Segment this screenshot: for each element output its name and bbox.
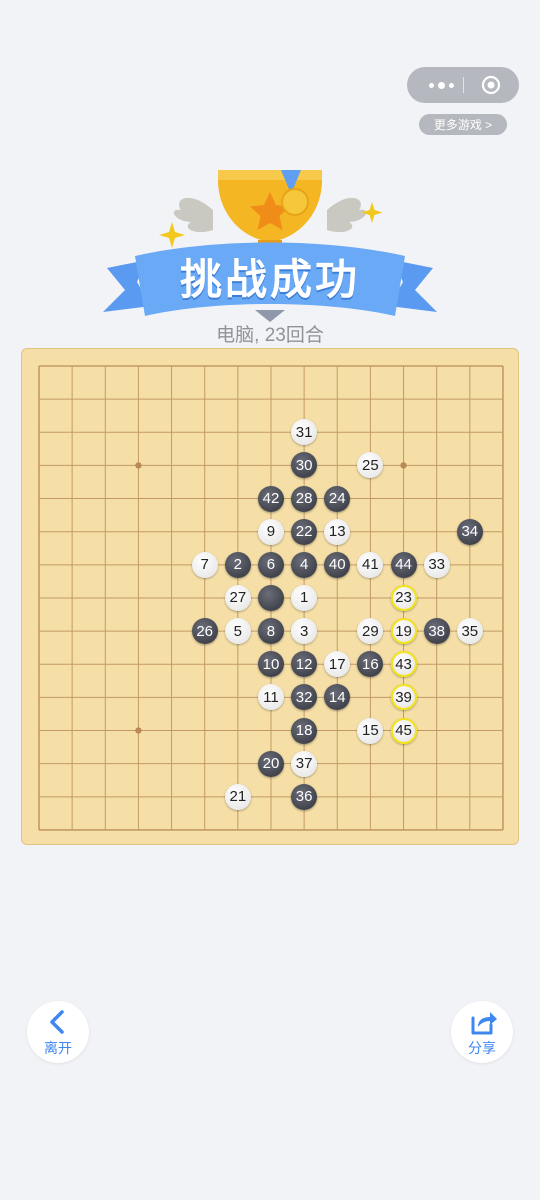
black-stone [257,584,284,611]
share-label: 分享 [468,1040,496,1056]
more-games-button[interactable]: 更多游戏 > [419,114,507,135]
white-stone-9: 9 [257,518,284,545]
result-title: 挑战成功 [179,256,360,303]
white-stone-27: 27 [224,584,251,611]
white-stone-15: 15 [357,717,384,744]
black-stone-28: 28 [291,485,318,512]
star-point [135,462,142,469]
white-stone-7: 7 [191,551,218,578]
white-stone-21: 21 [224,783,251,810]
black-stone-20: 20 [257,750,284,777]
white-stone-37: 37 [291,750,318,777]
white-stone-23: 23 [390,584,417,611]
white-stone-5: 5 [224,618,251,645]
black-stone-40: 40 [324,551,351,578]
black-stone-4: 4 [291,551,318,578]
black-stone-8: 8 [257,618,284,645]
share-icon [471,1012,497,1035]
black-stone-24: 24 [324,485,351,512]
black-stone-34: 34 [456,518,483,545]
black-stone-18: 18 [291,717,318,744]
black-stone-44: 44 [390,551,417,578]
leave-button[interactable]: 离开 [27,1001,89,1063]
mini-program-capsule [407,67,519,103]
more-dots-icon[interactable] [421,67,461,103]
white-stone-43: 43 [390,651,417,678]
black-stone-26: 26 [191,618,218,645]
star-point [400,462,407,469]
white-stone-33: 33 [423,551,450,578]
black-stone-22: 22 [291,518,318,545]
share-button[interactable]: 分享 [451,1001,513,1063]
gomoku-board[interactable]: 1 2 3 4 5 6 7 8 9 10 11 12 13 14 15 16 17 18 19 20 21 22 23 24 2… [21,348,519,845]
star-point [135,727,142,734]
white-stone-1: 1 [291,584,318,611]
capsule-divider [463,77,464,93]
white-stone-35: 35 [456,618,483,645]
black-stone-2: 2 [224,551,251,578]
black-stone-42: 42 [257,485,284,512]
white-stone-19: 19 [390,618,417,645]
leave-label: 离开 [44,1040,72,1056]
black-stone-36: 36 [291,783,318,810]
white-stone-45: 45 [390,717,417,744]
result-subtitle: 电脑, 23回合 [216,325,324,346]
chevron-left-icon [50,1010,64,1034]
black-stone-38: 38 [423,618,450,645]
black-stone-6: 6 [257,551,284,578]
white-stone-39: 39 [390,684,417,711]
target-circle-icon[interactable] [481,75,501,95]
white-stone-13: 13 [324,518,351,545]
